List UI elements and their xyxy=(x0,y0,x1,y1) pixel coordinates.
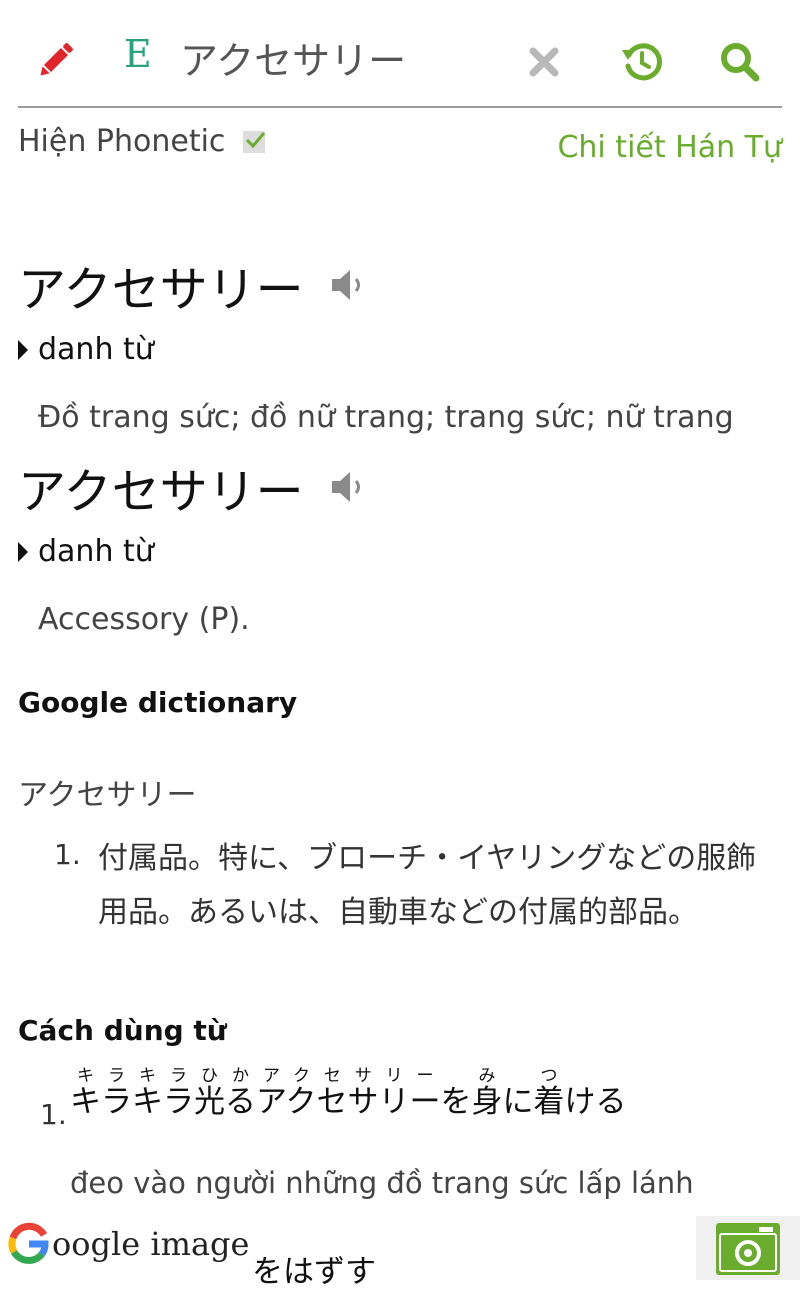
pos-label: danh từ xyxy=(38,332,154,367)
example-number: 1. xyxy=(40,1098,67,1131)
camera-icon xyxy=(716,1223,780,1275)
close-icon xyxy=(529,47,559,77)
google-image-label: oogle image xyxy=(52,1225,250,1263)
part-of-speech: danh từ xyxy=(18,534,154,569)
example-segment: に xyxy=(502,1084,534,1120)
edit-button[interactable] xyxy=(30,34,82,86)
entry-meaning: Accessory (P). xyxy=(38,602,250,637)
history-icon xyxy=(622,43,662,81)
check-icon xyxy=(246,131,266,148)
part-of-speech: danh từ xyxy=(18,332,154,367)
speaker-icon[interactable] xyxy=(328,265,368,305)
phonetic-toggle[interactable]: Hiện Phonetic xyxy=(18,124,266,159)
search-bar: E アクセサリー xyxy=(0,0,800,110)
google-image-button[interactable]: oogle image xyxy=(6,1222,258,1266)
example-segment: キラキラ光るキラキラひか xyxy=(70,1066,256,1120)
speaker-icon[interactable] xyxy=(328,467,368,507)
search-icon xyxy=(721,43,760,82)
example-sentence: キラキラ光るキラキラひかアクセサリーアクセサリーを身みに着つける xyxy=(70,1066,626,1121)
google-dictionary-word: アクセサリー xyxy=(18,778,197,813)
language-badge[interactable]: E xyxy=(124,32,152,76)
search-divider xyxy=(18,106,782,108)
example-segment: を xyxy=(440,1084,472,1120)
phonetic-checkbox[interactable] xyxy=(243,130,266,153)
example-segment: 着つ xyxy=(533,1066,565,1120)
usage-title: Cách dùng từ xyxy=(18,1014,227,1047)
google-dictionary-title: Google dictionary xyxy=(18,686,298,719)
entry-word: アクセサリー xyxy=(18,464,304,520)
entry-word: アクセサリー xyxy=(18,262,304,318)
camera-button[interactable] xyxy=(696,1216,800,1280)
history-button[interactable] xyxy=(614,34,670,90)
expand-triangle-icon xyxy=(18,541,28,562)
pencil-icon xyxy=(40,43,73,76)
example-segment: 身み xyxy=(471,1066,503,1120)
phonetic-label: Hiện Phonetic xyxy=(18,124,226,159)
search-button[interactable] xyxy=(712,34,768,90)
example-translation: đeo vào người những đồ trang sức lấp lán… xyxy=(70,1166,694,1200)
pos-label: danh từ xyxy=(38,534,154,569)
clear-button[interactable] xyxy=(520,38,568,86)
kanji-detail-link[interactable]: Chi tiết Hán Tự xyxy=(557,130,782,165)
entry-header: アクセサリー xyxy=(18,250,368,320)
search-input[interactable]: アクセサリー xyxy=(180,30,406,85)
example-segment: アクセサリーアクセサリー xyxy=(256,1066,441,1120)
example-sentence-partial: をはずす xyxy=(252,1254,376,1290)
definition-number: 1. xyxy=(54,838,81,871)
entry-header: アクセサリー xyxy=(18,452,368,522)
definition-text: 付属品。特に、ブローチ・イヤリングなどの服飾用品。あるいは、自動車などの付属的部… xyxy=(98,841,757,930)
google-g-icon xyxy=(8,1222,49,1264)
entry-meaning: Đồ trang sức; đồ nữ trang; trang sức; nữ… xyxy=(38,400,734,435)
example-segment: ける xyxy=(564,1084,627,1120)
expand-triangle-icon xyxy=(18,339,28,360)
